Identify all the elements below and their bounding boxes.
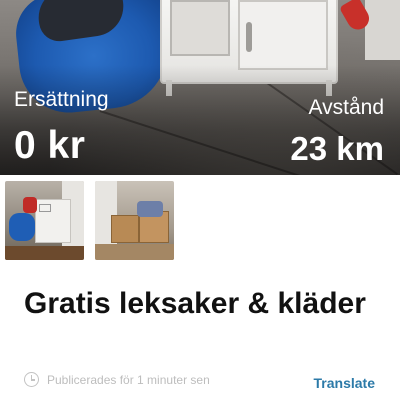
thumb-blue-bag [9, 213, 35, 241]
thumb-kitchen [35, 199, 71, 243]
distance-value: 23 km [290, 130, 384, 167]
thumb-kitchen-rack [39, 204, 51, 212]
thumb-box [111, 215, 139, 243]
hero-image[interactable]: Ersättning 0 kr Avstånd 23 km [0, 0, 400, 175]
thumb-floor [95, 244, 174, 260]
published-text: Publicerades för 1 minuter sen [47, 372, 210, 387]
listing-title: Gratis leksaker & kläder [24, 287, 366, 320]
kitchen-handle [246, 22, 252, 52]
thumbnail-1[interactable] [5, 181, 84, 260]
distance-label: Avstånd [308, 96, 385, 119]
compensation-label: Ersättning [14, 88, 109, 111]
published-row: Publicerades för 1 minuter sen [24, 372, 210, 387]
thumbnail-2[interactable] [95, 181, 174, 260]
wall-shape [365, 0, 400, 60]
compensation-value: 0 kr [14, 124, 86, 167]
thumb-floor [5, 246, 84, 260]
thumb-items [137, 201, 163, 217]
kitchen-shelf [170, 0, 230, 56]
translate-button[interactable]: Translate [314, 375, 375, 391]
clock-icon [24, 372, 39, 387]
thumb-red-toy [23, 197, 37, 213]
